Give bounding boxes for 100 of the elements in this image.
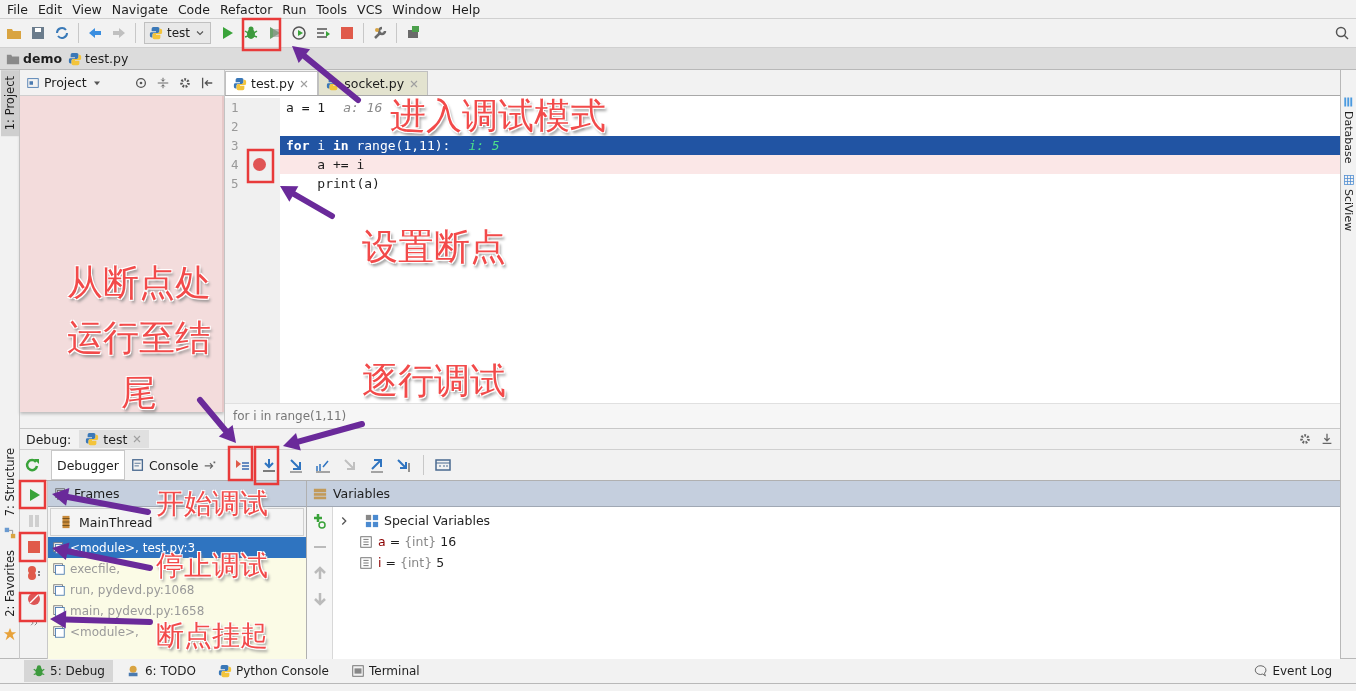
menu-item[interactable]: VCS <box>352 1 388 17</box>
python-icon <box>217 664 232 678</box>
panel-title: Variables <box>333 486 391 501</box>
mute-breakpoints-icon[interactable] <box>25 591 42 607</box>
run-to-cursor-icon[interactable] <box>395 457 412 473</box>
tool-window-tab[interactable]: Database <box>1342 96 1355 164</box>
tool-window-tab[interactable]: SciView <box>1342 173 1355 231</box>
grid-icon <box>1342 173 1355 186</box>
annotation-label: 设置断点 <box>362 226 506 268</box>
project-view-dropdown[interactable]: Project <box>26 75 103 90</box>
run-lines-icon[interactable] <box>315 25 332 41</box>
tool-window-button[interactable]: Python Console <box>209 660 337 682</box>
debug-tab[interactable]: Console <box>124 450 223 480</box>
line-number: 4 <box>230 157 240 172</box>
collapse-icon[interactable] <box>156 75 170 90</box>
save-icon[interactable] <box>30 25 46 41</box>
python-icon <box>85 432 100 446</box>
tool-window-button[interactable]: 5: Debug <box>24 660 113 682</box>
debug-label: Debug: <box>26 431 72 447</box>
speech-bubble-icon <box>1254 664 1269 678</box>
breadcrumb-item[interactable]: test.py <box>68 51 129 66</box>
search-icon[interactable] <box>1334 25 1350 41</box>
line-number: 1 <box>230 100 240 115</box>
code-breadcrumb[interactable]: for i in range(1,11) <box>233 409 347 423</box>
group-icon <box>365 513 379 528</box>
back-arrow-icon[interactable] <box>87 25 103 41</box>
settings-icon[interactable] <box>178 75 192 90</box>
inline-value-hint: a: 16 <box>343 100 383 115</box>
wrench-icon[interactable] <box>372 25 389 41</box>
highlight-frame <box>18 479 47 510</box>
evaluate-expression-icon[interactable] <box>434 457 451 473</box>
locate-icon[interactable] <box>134 75 148 90</box>
python-icon <box>149 26 163 40</box>
menu-item[interactable]: Code <box>172 1 215 17</box>
tool-window-button[interactable]: 6: TODO <box>118 660 204 682</box>
menu-item[interactable]: Refactor <box>214 1 278 17</box>
panel-title: Frames <box>74 486 120 501</box>
frame-icon <box>52 561 66 576</box>
variable-entry[interactable]: i = {int} 5 <box>378 555 445 570</box>
line-number: 3 <box>230 138 240 153</box>
highlight-frame <box>18 531 47 563</box>
annotation-label: 逐行调试 <box>362 360 506 402</box>
line-number: 2 <box>230 119 240 134</box>
hide-icon[interactable] <box>1320 432 1334 446</box>
sync-icon[interactable] <box>54 25 70 41</box>
inline-value-hint: i: 5 <box>468 138 500 153</box>
view-breakpoints-icon[interactable] <box>25 565 42 581</box>
highlight-frame <box>227 445 254 482</box>
variable-group[interactable]: Special Variables <box>384 513 491 528</box>
highlight-frame <box>246 148 275 184</box>
tool-window-tab[interactable]: 7: Structure <box>0 441 19 523</box>
stop-icon[interactable] <box>25 539 42 555</box>
highlight-frame <box>253 445 280 486</box>
step-over-icon[interactable] <box>260 457 277 473</box>
tool-window-button[interactable]: Terminal <box>342 660 428 682</box>
tool-window-tab[interactable]: 1: Project <box>0 70 19 137</box>
menu-item[interactable]: Tools <box>311 1 353 17</box>
project-view-icon <box>26 75 40 90</box>
profile-icon[interactable] <box>291 25 308 41</box>
variable-icon <box>359 534 373 549</box>
run-config-dropdown[interactable]: test <box>144 22 212 44</box>
annotation-label: 从断点处运行至结尾 <box>66 261 213 415</box>
settings-icon[interactable] <box>1298 432 1312 446</box>
event-log-button[interactable]: Event Log <box>1254 664 1332 678</box>
menu-item[interactable]: File <box>2 1 33 17</box>
menu-item[interactable]: Run <box>277 1 312 17</box>
add-watch-icon[interactable] <box>311 513 328 529</box>
menu-item[interactable]: Navigate <box>106 1 173 17</box>
star-icon[interactable] <box>2 627 17 641</box>
code-line: for i in range(1,11): <box>286 138 451 153</box>
tool-window-tab[interactable]: 2: Favorites <box>0 544 19 623</box>
frame-icon <box>52 624 66 639</box>
hide-panel-icon[interactable] <box>200 75 214 90</box>
line-number: 5 <box>230 176 240 191</box>
menu-item[interactable]: Edit <box>32 1 68 17</box>
breadcrumb-item[interactable]: demo <box>6 51 63 66</box>
step-into-icon[interactable] <box>287 457 304 473</box>
code-line: print(a) <box>316 176 380 191</box>
console-icon <box>130 458 145 472</box>
structure-icon[interactable] <box>2 526 17 541</box>
menu-item[interactable]: Help <box>446 1 486 17</box>
editor-tab[interactable]: test.py <box>225 71 319 95</box>
debug-tab[interactable]: Debugger <box>51 450 125 480</box>
editor-tab[interactable]: socket.py <box>318 71 429 95</box>
variable-entry[interactable]: a = {int} 16 <box>378 534 457 549</box>
highlight-frame <box>18 591 47 623</box>
menu-item[interactable]: View <box>67 1 107 17</box>
debug-bug-icon[interactable] <box>243 25 260 41</box>
menu-item[interactable]: Window <box>387 1 447 17</box>
code-line: a = 1 <box>286 100 326 115</box>
variable-icon <box>359 555 373 570</box>
breakpoint-icon[interactable] <box>253 158 266 171</box>
sdk-module-icon[interactable] <box>405 25 422 41</box>
rerun-icon[interactable] <box>24 457 40 473</box>
terminal-icon <box>350 664 365 678</box>
debug-session-tab[interactable]: test <box>79 430 150 448</box>
variables-icon <box>313 486 327 501</box>
stop-icon[interactable] <box>339 25 356 41</box>
step-out-icon[interactable] <box>368 457 385 473</box>
show-execution-point-icon[interactable] <box>233 457 250 473</box>
